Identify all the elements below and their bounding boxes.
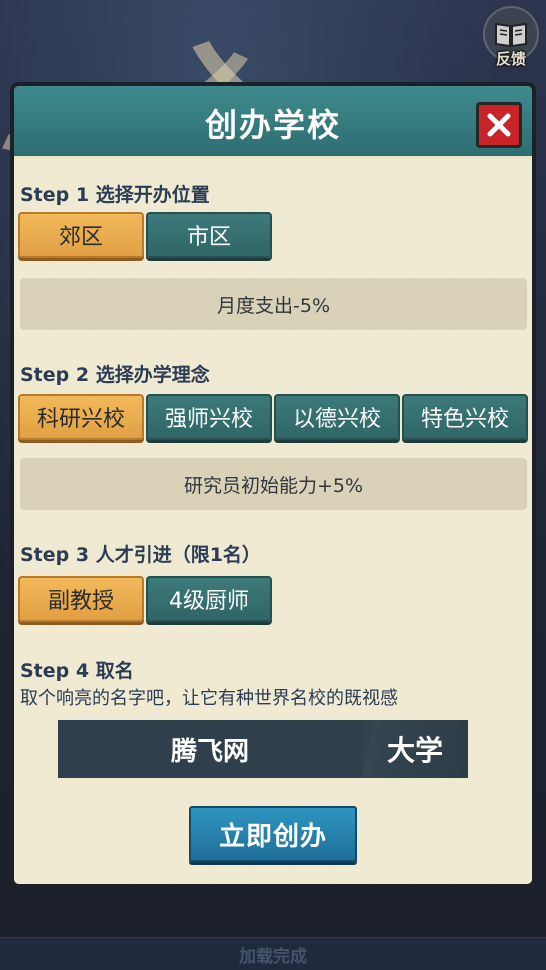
feedback-button[interactable]: 反馈 [482, 6, 540, 72]
option-associate-professor[interactable]: 副教授 [18, 576, 144, 622]
step4-title: Step 4 取名 [20, 660, 134, 682]
school-name-field: 腾飞网 大学 [58, 720, 468, 778]
option-distinctive[interactable]: 特色兴校 [402, 394, 528, 440]
dialog-title: 创办学校 [204, 106, 341, 144]
close-button[interactable] [476, 102, 522, 148]
option-virtue[interactable]: 以德兴校 [274, 394, 400, 440]
loading-status-text: 加载完成 [239, 946, 307, 967]
option-level4-chef[interactable]: 4级厨师 [146, 576, 272, 622]
close-icon [487, 113, 511, 137]
step1-effect: 月度支出-5% [20, 278, 527, 330]
school-name-suffix: 大学 [362, 720, 468, 778]
step2-title: Step 2 选择办学理念 [20, 364, 210, 386]
step1-title: Step 1 选择开办位置 [20, 184, 210, 206]
school-name-input[interactable]: 腾飞网 [58, 720, 362, 778]
loading-status-bar: 加载完成 [0, 937, 546, 970]
create-school-dialog: 创办学校 Step 1 选择开办位置 郊区 市区 月度支出-5% Step 2 … [10, 82, 536, 888]
step4-hint: 取个响亮的名字吧，让它有种世界名校的既视感 [20, 688, 398, 709]
create-now-button[interactable]: 立即创办 [189, 806, 357, 862]
option-suburb[interactable]: 郊区 [18, 212, 144, 258]
step2-effect: 研究员初始能力+5% [20, 458, 527, 510]
feedback-label: 反馈 [495, 50, 526, 68]
option-research[interactable]: 科研兴校 [18, 394, 144, 440]
option-strong-teachers[interactable]: 强师兴校 [146, 394, 272, 440]
step3-title: Step 3 人才引进（限1名） [20, 544, 261, 566]
dialog-title-bar: 创办学校 [14, 86, 532, 159]
dialog-content: Step 1 选择开办位置 郊区 市区 月度支出-5% Step 2 选择办学理… [14, 160, 532, 884]
option-downtown[interactable]: 市区 [146, 212, 272, 258]
